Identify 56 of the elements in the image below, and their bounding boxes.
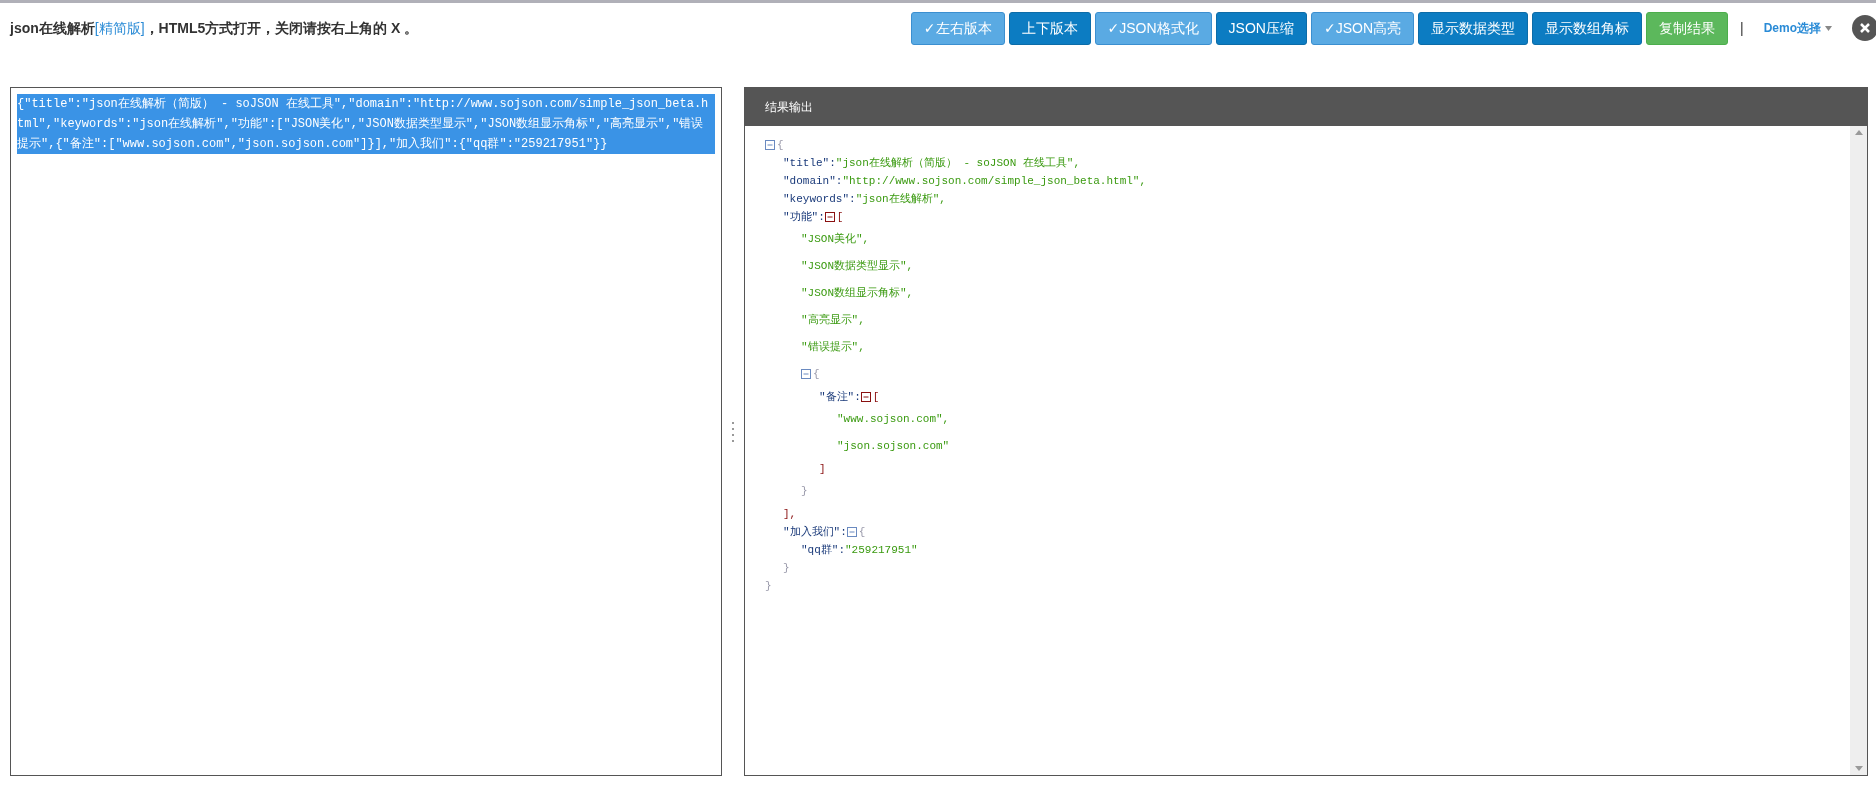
json-value: "259217951" [845,544,918,556]
json-value: "JSON数据类型显示", [801,260,914,272]
toolbar-button[interactable]: 复制结果 [1646,11,1728,45]
json-key: "keywords": [783,193,856,205]
json-value: "json在线解析（简版） - soJSON 在线工具", [835,157,1081,169]
toolbar-button[interactable]: ✓JSON格式化 [1094,11,1212,45]
json-value: "JSON美化", [801,233,870,245]
json-key: "功能": [783,211,825,223]
json-value: "json.sojson.com" [837,440,950,452]
toolbar-button[interactable]: 显示数组角标 [1532,11,1642,45]
toolbar-button[interactable]: 显示数据类型 [1418,11,1528,45]
close-icon [1859,22,1871,34]
page-title: json在线解析 [10,19,95,36]
bracket-text: ] [819,463,826,475]
json-key: "domain": [783,175,843,187]
close-button[interactable] [1852,15,1876,41]
bracket-text: [ [872,391,880,403]
json-value: "错误提示", [801,341,865,353]
collapse-toggle-icon[interactable] [824,212,835,222]
json-value: "json在线解析", [855,193,946,205]
bracket-text: { [813,368,820,380]
toolbar-button[interactable]: JSON压缩 [1215,11,1307,45]
bracket-text: { [777,139,784,151]
json-value: "http://www.sojson.com/simple_json_beta.html", [842,175,1147,187]
collapse-toggle-icon[interactable] [801,369,811,379]
json-key: "备注": [819,391,861,403]
bracket-text: ], [783,508,797,520]
json-value: "JSON数组显示角标", [801,287,914,299]
scrollbar[interactable] [1850,126,1867,775]
json-value: "www.sojson.com", [837,413,950,425]
demo-dropdown[interactable]: Demo选择 [1763,19,1832,37]
bracket-text: [ [836,211,844,223]
panel-title: 结果输出 [765,99,813,116]
scroll-down-icon[interactable] [1854,766,1863,771]
collapse-toggle-icon[interactable] [846,527,857,537]
separator-text: | [1740,18,1744,38]
json-key: "title": [783,157,836,169]
splitter-handle-icon[interactable] [732,421,734,442]
bracket-text: } [783,562,790,574]
json-value: "高亮显示", [801,314,865,326]
toolbar-button[interactable]: 上下版本 [1008,11,1091,45]
edition-link[interactable]: [精简版] [94,19,145,36]
json-key: "加入我们": [783,526,847,538]
collapse-toggle-icon[interactable] [765,140,775,150]
caret-icon [1825,25,1832,31]
bracket-text: { [858,526,866,538]
instruction-text: ，HTML5方式打开，关闭请按右上角的 X 。 [144,19,419,36]
collapse-toggle-icon[interactable] [860,392,871,402]
toolbar-button[interactable]: ✓JSON高亮 [1310,11,1414,45]
bracket-text: } [801,485,808,497]
input-textarea[interactable] [10,87,722,776]
json-key: "qq群": [801,544,845,556]
scroll-up-icon[interactable] [1854,130,1863,135]
bracket-text: } [765,580,772,592]
json-input-text: {"title":"json在线解析（简版） - soJSON 在线工具","domain":"http://www.sojson.com/simple_json_beta.html","keywords":"json在线解析","功能":["JSON美化","JSON数据类型显示","JSON数组显示角标","高亮显示","错误提示",{"备注":["www.sojson.com","json.sojson.com"]}],"加入我们":{"qq群":"259217951"}} [17,94,715,154]
toolbar-button[interactable]: ✓左右版本 [910,11,1005,45]
